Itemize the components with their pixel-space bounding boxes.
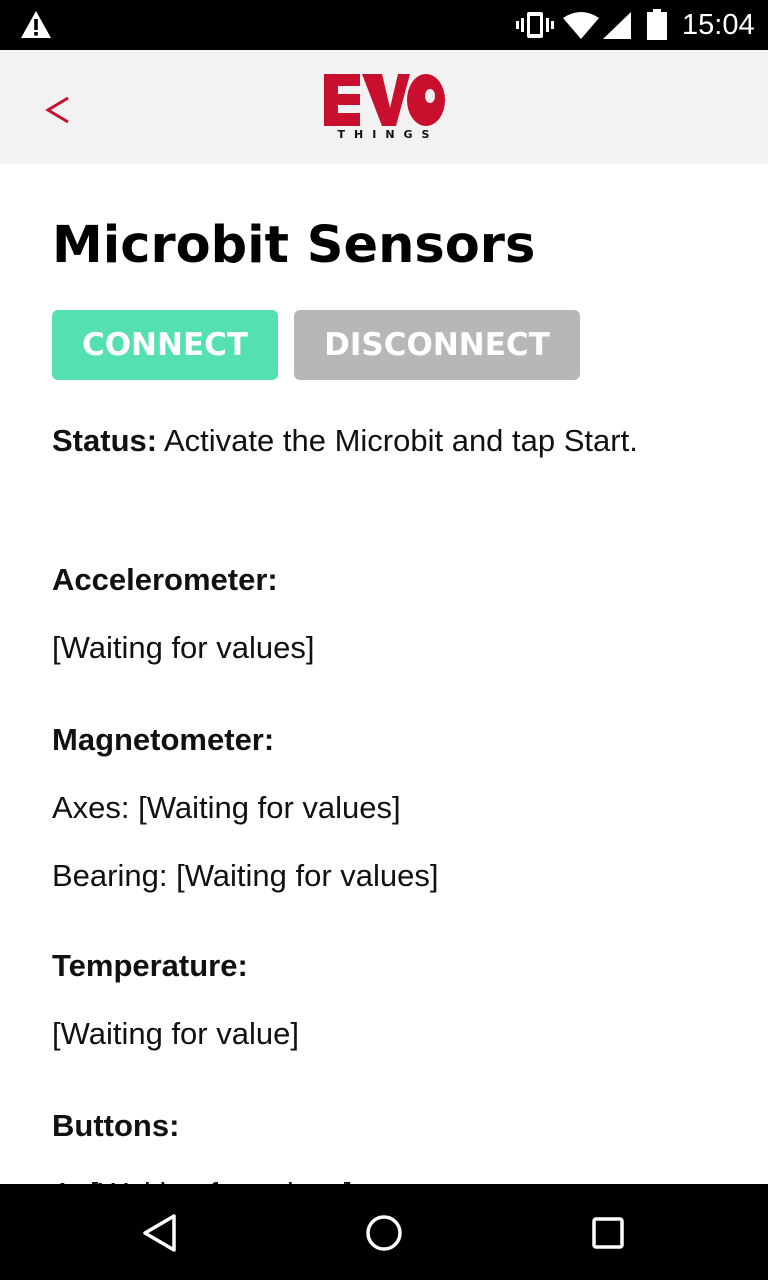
cell-signal-icon (603, 12, 631, 39)
logo-subtitle: THINGS (337, 128, 439, 141)
app-screen: 15:04 THINGS Microbit Sensors CONNECT DI… (0, 0, 768, 1280)
magnetometer-axes: Axes: [Waiting for values] (52, 790, 401, 825)
accelerometer-value: [Waiting for values] (52, 630, 315, 665)
disconnect-button[interactable]: DISCONNECT (294, 310, 580, 380)
nav-back-button[interactable] (135, 1208, 185, 1258)
vibrate-icon (516, 12, 554, 38)
status-bar: 15:04 (0, 0, 768, 50)
magnetometer-title: Magnetometer: (52, 722, 275, 757)
connect-button[interactable]: CONNECT (52, 310, 278, 380)
back-button[interactable] (30, 82, 86, 138)
evo-logo-mark (324, 74, 445, 126)
nav-home-button[interactable] (359, 1208, 409, 1258)
buttons-title: Buttons: (52, 1108, 180, 1143)
page-title: Microbit Sensors (52, 216, 536, 275)
nav-recents-button[interactable] (583, 1208, 633, 1258)
wifi-icon (563, 12, 599, 39)
status-message: Activate the Microbit and tap Start. (157, 423, 638, 458)
temperature-value: [Waiting for value] (52, 1016, 299, 1051)
alert-icon (21, 11, 51, 38)
status-clock: 15:04 (682, 9, 755, 41)
nav-back-icon (143, 1214, 176, 1252)
navigation-bar (0, 1184, 768, 1280)
nav-home-icon (366, 1215, 402, 1251)
temperature-title: Temperature: (52, 948, 248, 983)
battery-icon (647, 9, 667, 40)
app-header: THINGS (0, 50, 768, 164)
nav-recents-icon (592, 1217, 624, 1249)
status-label: Status: (52, 423, 158, 458)
chevron-left-icon (45, 96, 69, 124)
accelerometer-title: Accelerometer: (52, 562, 278, 597)
evothings-logo: THINGS (324, 72, 446, 146)
status-text: Status: Activate the Microbit and tap St… (52, 414, 692, 468)
magnetometer-bearing: Bearing: [Waiting for values] (52, 858, 439, 893)
